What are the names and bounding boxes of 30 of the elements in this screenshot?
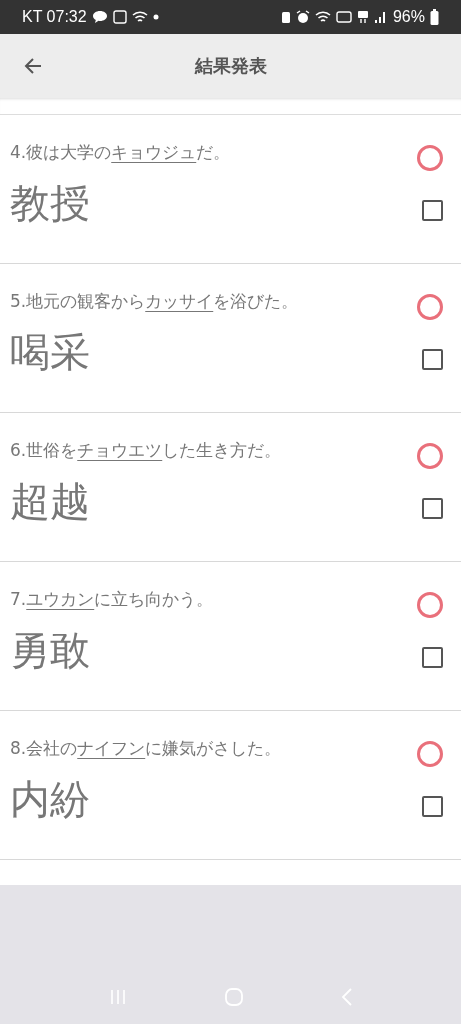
alarm-icon (295, 10, 310, 24)
question-text: 7.ユウカンに立ち向かう。 (10, 588, 214, 611)
answer-text: 超越 (10, 477, 90, 526)
square-app-icon (112, 10, 127, 24)
checkbox[interactable] (422, 200, 443, 221)
wifi-icon (131, 10, 148, 24)
chat-bubble-icon (91, 10, 108, 24)
checkbox[interactable] (422, 796, 443, 817)
checkbox[interactable] (422, 647, 443, 668)
answer-text: 内紛 (10, 775, 90, 824)
network-icon (356, 10, 369, 24)
dot-icon (152, 14, 159, 20)
answer-text: 喝采 (10, 328, 90, 377)
hd-icon (335, 11, 352, 23)
question-text: 4.彼は大学のキョウジュだ。 (10, 141, 231, 164)
checkbox[interactable] (422, 349, 443, 370)
status-time: KT 07:32 (22, 8, 87, 26)
battery-icon (430, 9, 439, 25)
answer-text: 教授 (10, 179, 90, 228)
wifi-icon (314, 10, 331, 24)
back-icon[interactable] (23, 56, 43, 76)
question-text: 5.地元の観客からカッサイ を浴びた。 (10, 290, 299, 313)
question-text: 6.世俗をチョウエツ した生き方だ。 (10, 439, 282, 462)
screen-title: 結果発表 (194, 54, 267, 78)
question-text: 8.会社のナイフンに嫌気がさした。 (10, 737, 282, 760)
signal-icon (373, 10, 388, 24)
battery-saver-icon (280, 10, 291, 24)
battery-level: 96% (392, 8, 425, 26)
checkbox[interactable] (422, 498, 443, 519)
answer-text: 勇敢 (10, 626, 90, 675)
